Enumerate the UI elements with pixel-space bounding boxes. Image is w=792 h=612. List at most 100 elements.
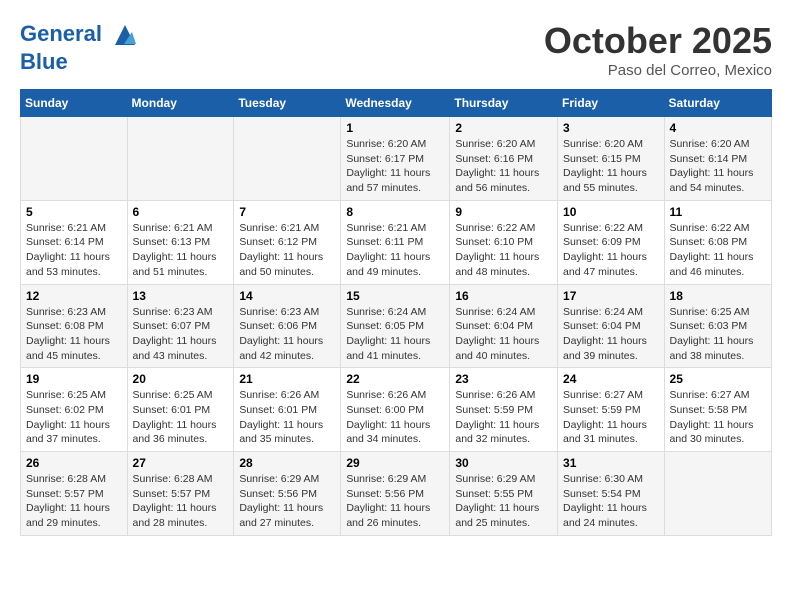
title-block: October 2025 Paso del Correo, Mexico	[544, 20, 772, 79]
day-info: Sunrise: 6:23 AM Sunset: 6:07 PM Dayligh…	[133, 305, 229, 364]
day-cell: 1Sunrise: 6:20 AM Sunset: 6:17 PM Daylig…	[341, 117, 450, 201]
day-info: Sunrise: 6:27 AM Sunset: 5:58 PM Dayligh…	[670, 388, 766, 447]
day-cell: 17 Sunrise: 6:24 AM Sunset: 6:04 PM Dayli…	[558, 284, 665, 368]
logo-icon	[110, 20, 140, 50]
day-cell: 14 Sunrise: 6:23 AM Sunset: 6:06 PM Dayli…	[234, 284, 341, 368]
day-cell: 3 Sunrise: 6:20 AM Sunset: 6:15 PM Daylig…	[558, 117, 665, 201]
day-info: Sunrise: 6:29 AM Sunset: 5:55 PM Dayligh…	[455, 472, 552, 531]
weekday-header-row: SundayMondayTuesdayWednesdayThursdayFrid…	[21, 90, 772, 117]
day-cell: 31 Sunrise: 6:30 AM Sunset: 5:54 PM Dayli…	[558, 452, 665, 536]
logo-blue: Blue	[20, 50, 140, 74]
day-cell: 8 Sunrise: 6:21 AM Sunset: 6:11 PM Daylig…	[341, 200, 450, 284]
day-info: Sunrise: 6:26 AM Sunset: 5:59 PM Dayligh…	[455, 388, 552, 447]
month-title: October 2025	[544, 20, 772, 62]
day-number: 5	[26, 205, 122, 219]
week-row-2: 5Sunrise: 6:21 AM Sunset: 6:14 PM Daylig…	[21, 200, 772, 284]
day-number: 13	[133, 289, 229, 303]
day-cell: 15 Sunrise: 6:24 AM Sunset: 6:05 PM Dayli…	[341, 284, 450, 368]
day-cell: 18 Sunrise: 6:25 AM Sunset: 6:03 PM Dayli…	[664, 284, 771, 368]
day-number: 11	[670, 205, 766, 219]
day-info: Sunrise: 6:30 AM Sunset: 5:54 PM Dayligh…	[563, 472, 659, 531]
day-number: 31	[563, 456, 659, 470]
day-info: Sunrise: 6:20 AM Sunset: 6:15 PM Dayligh…	[563, 137, 659, 196]
day-info: Sunrise: 6:21 AM Sunset: 6:13 PM Dayligh…	[133, 221, 229, 280]
day-number: 8	[346, 205, 444, 219]
weekday-header-thursday: Thursday	[450, 90, 558, 117]
day-number: 28	[239, 456, 335, 470]
day-cell: 10 Sunrise: 6:22 AM Sunset: 6:09 PM Dayli…	[558, 200, 665, 284]
day-number: 1	[346, 121, 444, 135]
day-cell: 30 Sunrise: 6:29 AM Sunset: 5:55 PM Dayli…	[450, 452, 558, 536]
day-number: 22	[346, 372, 444, 386]
weekday-header-friday: Friday	[558, 90, 665, 117]
day-number: 15	[346, 289, 444, 303]
day-cell: 29 Sunrise: 6:29 AM Sunset: 5:56 PM Dayli…	[341, 452, 450, 536]
day-info: Sunrise: 6:24 AM Sunset: 6:04 PM Dayligh…	[563, 305, 659, 364]
day-number: 2	[455, 121, 552, 135]
day-info: Sunrise: 6:25 AM Sunset: 6:03 PM Dayligh…	[670, 305, 766, 364]
page-header: General Blue October 2025 Paso del Corre…	[20, 20, 772, 79]
day-info: Sunrise: 6:22 AM Sunset: 6:09 PM Dayligh…	[563, 221, 659, 280]
weekday-header-saturday: Saturday	[664, 90, 771, 117]
day-number: 4	[670, 121, 766, 135]
week-row-3: 12Sunrise: 6:23 AM Sunset: 6:08 PM Dayli…	[21, 284, 772, 368]
day-cell: 12Sunrise: 6:23 AM Sunset: 6:08 PM Dayli…	[21, 284, 128, 368]
day-info: Sunrise: 6:29 AM Sunset: 5:56 PM Dayligh…	[346, 472, 444, 531]
day-cell: 23 Sunrise: 6:26 AM Sunset: 5:59 PM Dayli…	[450, 368, 558, 452]
day-info: Sunrise: 6:26 AM Sunset: 6:00 PM Dayligh…	[346, 388, 444, 447]
day-cell: 16 Sunrise: 6:24 AM Sunset: 6:04 PM Dayli…	[450, 284, 558, 368]
day-cell: 20Sunrise: 6:25 AM Sunset: 6:01 PM Dayli…	[127, 368, 234, 452]
day-cell	[21, 117, 128, 201]
day-info: Sunrise: 6:24 AM Sunset: 6:04 PM Dayligh…	[455, 305, 552, 364]
day-number: 3	[563, 121, 659, 135]
day-cell: 28Sunrise: 6:29 AM Sunset: 5:56 PM Dayli…	[234, 452, 341, 536]
day-cell: 9Sunrise: 6:22 AM Sunset: 6:10 PM Daylig…	[450, 200, 558, 284]
day-cell: 11 Sunrise: 6:22 AM Sunset: 6:08 PM Dayli…	[664, 200, 771, 284]
day-number: 17	[563, 289, 659, 303]
day-cell: 27 Sunrise: 6:28 AM Sunset: 5:57 PM Dayli…	[127, 452, 234, 536]
day-number: 25	[670, 372, 766, 386]
calendar: SundayMondayTuesdayWednesdayThursdayFrid…	[20, 89, 772, 536]
week-row-1: 1Sunrise: 6:20 AM Sunset: 6:17 PM Daylig…	[21, 117, 772, 201]
day-info: Sunrise: 6:26 AM Sunset: 6:01 PM Dayligh…	[239, 388, 335, 447]
day-info: Sunrise: 6:28 AM Sunset: 5:57 PM Dayligh…	[26, 472, 122, 531]
day-number: 26	[26, 456, 122, 470]
day-number: 12	[26, 289, 122, 303]
day-cell: 2 Sunrise: 6:20 AM Sunset: 6:16 PM Daylig…	[450, 117, 558, 201]
day-number: 23	[455, 372, 552, 386]
day-info: Sunrise: 6:22 AM Sunset: 6:08 PM Dayligh…	[670, 221, 766, 280]
day-number: 29	[346, 456, 444, 470]
day-info: Sunrise: 6:22 AM Sunset: 6:10 PM Dayligh…	[455, 221, 552, 280]
day-cell: 21Sunrise: 6:26 AM Sunset: 6:01 PM Dayli…	[234, 368, 341, 452]
day-number: 30	[455, 456, 552, 470]
day-info: Sunrise: 6:21 AM Sunset: 6:11 PM Dayligh…	[346, 221, 444, 280]
day-info: Sunrise: 6:20 AM Sunset: 6:16 PM Dayligh…	[455, 137, 552, 196]
day-number: 6	[133, 205, 229, 219]
day-number: 16	[455, 289, 552, 303]
day-number: 19	[26, 372, 122, 386]
day-info: Sunrise: 6:28 AM Sunset: 5:57 PM Dayligh…	[133, 472, 229, 531]
day-cell: 6 Sunrise: 6:21 AM Sunset: 6:13 PM Daylig…	[127, 200, 234, 284]
day-info: Sunrise: 6:27 AM Sunset: 5:59 PM Dayligh…	[563, 388, 659, 447]
weekday-header-tuesday: Tuesday	[234, 90, 341, 117]
day-cell: 25 Sunrise: 6:27 AM Sunset: 5:58 PM Dayli…	[664, 368, 771, 452]
day-cell: 26 Sunrise: 6:28 AM Sunset: 5:57 PM Dayli…	[21, 452, 128, 536]
logo-text: General	[20, 20, 140, 50]
day-number: 27	[133, 456, 229, 470]
day-cell	[127, 117, 234, 201]
day-info: Sunrise: 6:24 AM Sunset: 6:05 PM Dayligh…	[346, 305, 444, 364]
day-cell: 19 Sunrise: 6:25 AM Sunset: 6:02 PM Dayli…	[21, 368, 128, 452]
day-info: Sunrise: 6:25 AM Sunset: 6:02 PM Dayligh…	[26, 388, 122, 447]
logo: General Blue	[20, 20, 140, 74]
day-info: Sunrise: 6:20 AM Sunset: 6:14 PM Dayligh…	[670, 137, 766, 196]
day-cell: 5Sunrise: 6:21 AM Sunset: 6:14 PM Daylig…	[21, 200, 128, 284]
day-number: 20	[133, 372, 229, 386]
day-number: 18	[670, 289, 766, 303]
day-cell: 24Sunrise: 6:27 AM Sunset: 5:59 PM Dayli…	[558, 368, 665, 452]
day-number: 14	[239, 289, 335, 303]
day-info: Sunrise: 6:23 AM Sunset: 6:06 PM Dayligh…	[239, 305, 335, 364]
day-cell: 13 Sunrise: 6:23 AM Sunset: 6:07 PM Dayli…	[127, 284, 234, 368]
day-cell	[234, 117, 341, 201]
day-number: 7	[239, 205, 335, 219]
day-number: 10	[563, 205, 659, 219]
